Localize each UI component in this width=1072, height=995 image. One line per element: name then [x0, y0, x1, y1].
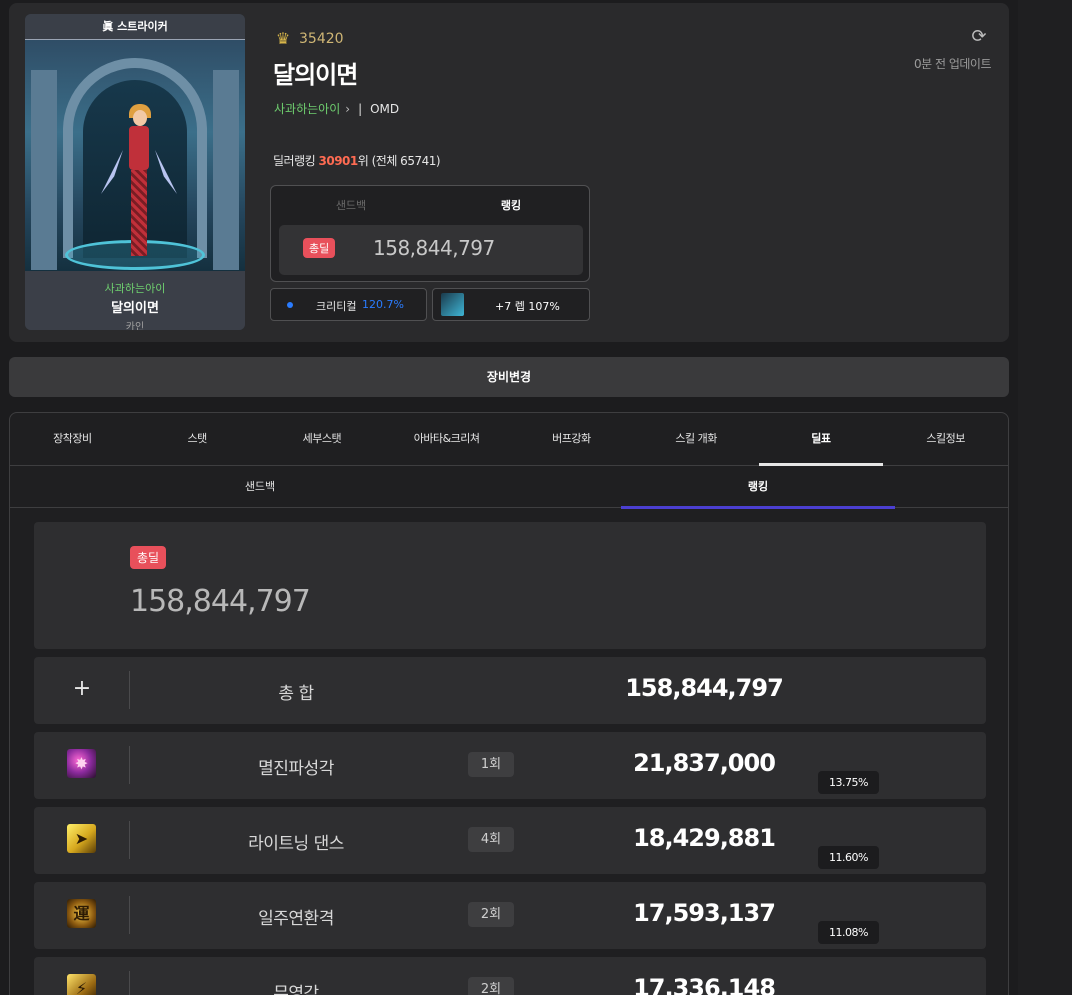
- tab-skill-info[interactable]: 스킬정보: [883, 413, 1008, 465]
- character-legs: [131, 170, 147, 256]
- pillar-left: [31, 70, 57, 270]
- tab-damage-table[interactable]: 딜표: [758, 413, 884, 466]
- crit-dot-icon: [287, 302, 293, 308]
- skill-damage: 158,844,797: [625, 674, 784, 702]
- total-damage-badge: 총딜: [303, 238, 336, 258]
- chevron-right-icon[interactable]: ›: [345, 102, 350, 116]
- crit-value: 120.7%: [362, 298, 404, 311]
- skill-name: 총 합: [278, 684, 314, 704]
- ranking-suffix: 위 (전체 65741): [357, 154, 441, 168]
- weapon-icon: [441, 293, 464, 316]
- total-damage-badge: 총딜: [130, 546, 167, 569]
- hit-count-badge: 2회: [468, 902, 514, 927]
- tab-skill-bloom[interactable]: 스킬 개화: [634, 413, 759, 465]
- pillar-right: [213, 70, 239, 270]
- total-damage-box: 총딜 158,844,797: [34, 522, 986, 649]
- damage-share-badge: 13.75%: [818, 771, 879, 794]
- mini-damage-panel: 샌드백 랭킹 총딜 158,844,797: [270, 185, 590, 282]
- total-damage-value: 158,844,797: [130, 584, 311, 619]
- skill-icon-myeoljin: ✸: [67, 749, 96, 778]
- mini-tab-ranking[interactable]: 랭킹: [451, 197, 571, 213]
- character-figure: [101, 104, 177, 260]
- guild-row: 사과하는아이 › | OMD: [274, 100, 399, 117]
- skill-damage: 17,593,137: [633, 899, 776, 927]
- character-card: 眞 스트라이커 사과하는아이 달의이면 카인 ♛ 35420 달의이면 사과하는…: [9, 3, 1009, 342]
- sub-tab-ranking[interactable]: 랭킹: [621, 466, 895, 509]
- hit-count-badge: 2회: [468, 977, 514, 995]
- tab-buff-enhance[interactable]: 버프강화: [509, 413, 634, 465]
- skill-damage: 21,837,000: [633, 749, 776, 777]
- portrait-footer: 사과하는아이 달의이면 카인: [25, 271, 245, 330]
- row-divider: [129, 746, 130, 784]
- refresh-icon[interactable]: ⟳: [969, 26, 989, 48]
- character-body: [129, 126, 149, 170]
- last-update: 0분 전 업데이트: [889, 55, 992, 72]
- ranking-label: 딜러랭킹: [273, 154, 316, 168]
- fame-value: 35420: [299, 31, 344, 47]
- skill-name: 일주연환격: [258, 909, 334, 929]
- hit-count-badge: 4회: [468, 827, 514, 852]
- fame-crest-icon: ♛: [275, 29, 291, 48]
- skill-damage: 17,336,148: [633, 974, 776, 995]
- weapon-stat: +7 렙 107%: [432, 288, 590, 321]
- row-divider: [129, 821, 130, 859]
- ranking-value: 30901: [318, 154, 359, 168]
- character-name: 달의이면: [273, 61, 358, 89]
- plus-icon[interactable]: +: [72, 677, 92, 701]
- skill-name: 멸진파성각: [258, 759, 334, 779]
- damage-share-badge: 11.08%: [818, 921, 879, 944]
- character-head: [133, 110, 147, 126]
- damage-row-total[interactable]: + 총 합 158,844,797: [34, 657, 986, 724]
- mini-total-value: 158,844,797: [373, 236, 495, 260]
- mini-tab-sandbag[interactable]: 샌드백: [291, 197, 411, 213]
- critical-stat: 크리티컬 120.7%: [270, 288, 427, 321]
- crit-label: 크리티컬: [316, 300, 357, 313]
- damage-row: ✸ 멸진파성각 1회 21,837,000 13.75%: [34, 732, 986, 799]
- right-gutter: [1018, 0, 1072, 995]
- portrait-name: 달의이면: [111, 301, 159, 316]
- damage-row: ⚡ 무영각 2회 17,336,148: [34, 957, 986, 995]
- skill-icon-muyeongak: ⚡: [67, 974, 96, 995]
- dealer-ranking: 딜러랭킹 30901위 (전체 65741): [273, 152, 441, 169]
- portrait-class-title: 眞 스트라이커: [25, 14, 245, 40]
- character-image: [25, 40, 245, 271]
- tab-equipment[interactable]: 장착장비: [10, 413, 135, 465]
- update-label: 분 전 업데이트: [921, 57, 991, 71]
- row-divider: [129, 671, 130, 709]
- portrait-server: 카인: [125, 322, 145, 330]
- hit-count-badge: 1회: [468, 752, 514, 777]
- fame-row: ♛ 35420: [273, 29, 344, 49]
- damage-row: 運 일주연환격 2회 17,593,137 11.08%: [34, 882, 986, 949]
- row-divider: [129, 971, 130, 995]
- mini-total-box: 총딜 158,844,797: [279, 225, 583, 275]
- weapon-label: +7 렙 107%: [495, 300, 560, 313]
- skill-name: 라이트닝 댄스: [248, 834, 344, 854]
- adventure-name: OMD: [370, 101, 400, 116]
- skill-icon-iljuyeon: 運: [67, 899, 96, 928]
- equip-change-button[interactable]: 장비변경: [9, 357, 1009, 397]
- row-divider: [129, 896, 130, 934]
- tab-avatar-creature[interactable]: 아바타&크리쳐: [384, 413, 509, 465]
- guild-link[interactable]: 사과하는아이: [274, 100, 340, 117]
- character-portrait: 眞 스트라이커 사과하는아이 달의이면 카인: [25, 14, 245, 330]
- sub-tab-sandbag[interactable]: 샌드백: [123, 466, 397, 508]
- sub-tab-bar: 샌드백 랭킹: [10, 466, 1008, 509]
- main-tab-bar: 장착장비 스탯 세부스탯 아바타&크리쳐 버프강화 스킬 개화 딜표 스킬정보: [10, 413, 1008, 466]
- skill-icon-lightning-dance: ➤: [67, 824, 96, 853]
- damage-row: ➤ 라이트닝 댄스 4회 18,429,881 11.60%: [34, 807, 986, 874]
- divider: |: [358, 101, 363, 116]
- damage-share-badge: 11.60%: [818, 846, 879, 869]
- skill-name: 무영각: [273, 984, 319, 995]
- tab-stats[interactable]: 스탯: [135, 413, 260, 465]
- skill-damage: 18,429,881: [633, 824, 776, 852]
- main-panel: 장착장비 스탯 세부스탯 아바타&크리쳐 버프강화 스킬 개화 딜표 스킬정보 …: [9, 412, 1009, 995]
- tab-detail-stats[interactable]: 세부스탯: [260, 413, 385, 465]
- portrait-guild: 사과하는아이: [104, 282, 166, 295]
